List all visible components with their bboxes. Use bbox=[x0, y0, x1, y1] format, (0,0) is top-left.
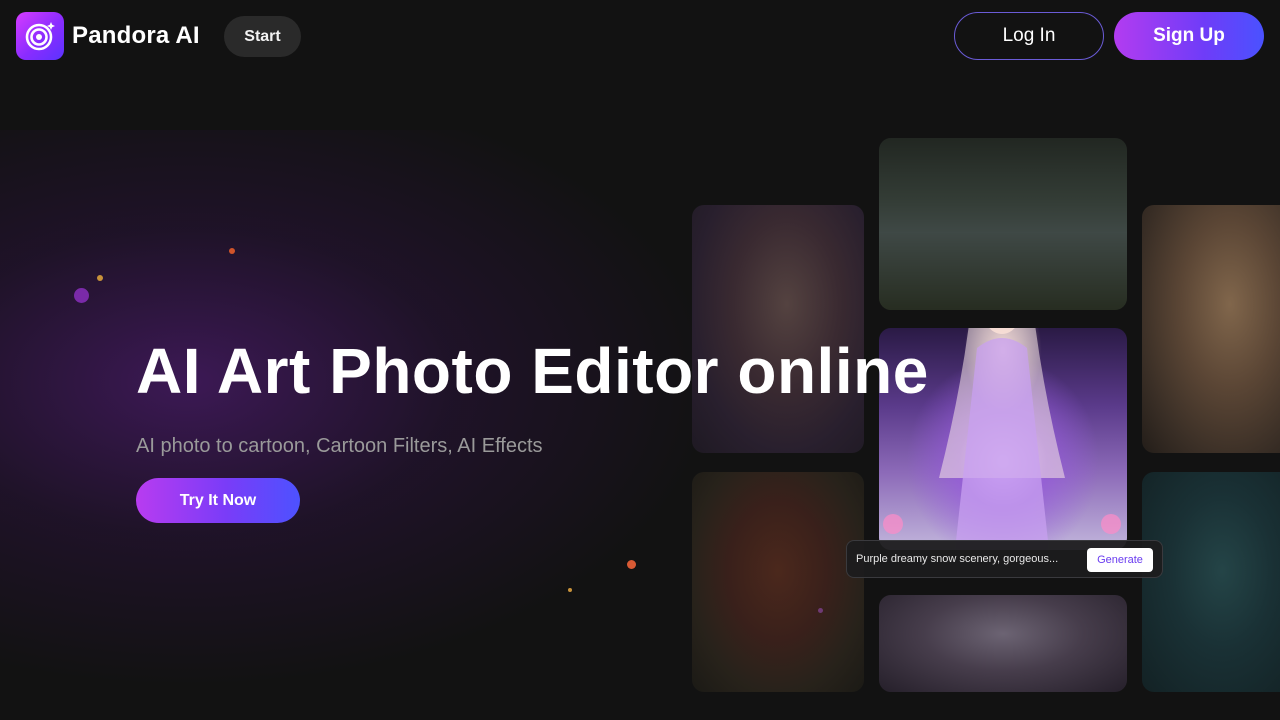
decor-dot bbox=[97, 275, 103, 281]
decor-dot bbox=[627, 560, 636, 569]
spiral-logo-icon[interactable] bbox=[16, 12, 64, 60]
prompt-text: Purple dreamy snow scenery, gorgeous... bbox=[856, 553, 1059, 565]
gallery-image bbox=[692, 472, 864, 692]
brand-name[interactable]: Pandora AI bbox=[72, 22, 200, 50]
hero-title: AI Art Photo Editor online bbox=[136, 335, 929, 407]
decor-dot bbox=[74, 288, 89, 303]
start-button[interactable]: Start bbox=[224, 16, 301, 57]
gallery-image bbox=[692, 205, 864, 453]
gallery-image bbox=[1142, 205, 1280, 453]
gallery-image bbox=[879, 138, 1127, 310]
generate-button[interactable]: Generate bbox=[1087, 548, 1153, 572]
decor-dot bbox=[229, 248, 235, 254]
gallery-image bbox=[879, 595, 1127, 692]
prompt-bar: Purple dreamy snow scenery, gorgeous... … bbox=[846, 540, 1163, 578]
signup-button[interactable]: Sign Up bbox=[1114, 12, 1264, 60]
decor-dot bbox=[568, 588, 572, 592]
top-navbar: Pandora AI Start Log In Sign Up bbox=[0, 0, 1280, 72]
login-button[interactable]: Log In bbox=[954, 12, 1104, 60]
hero-subtitle: AI photo to cartoon, Cartoon Filters, AI… bbox=[136, 435, 543, 457]
gallery-image bbox=[1142, 472, 1280, 692]
hero-background-glow bbox=[0, 130, 720, 690]
try-it-now-button[interactable]: Try It Now bbox=[136, 478, 300, 523]
